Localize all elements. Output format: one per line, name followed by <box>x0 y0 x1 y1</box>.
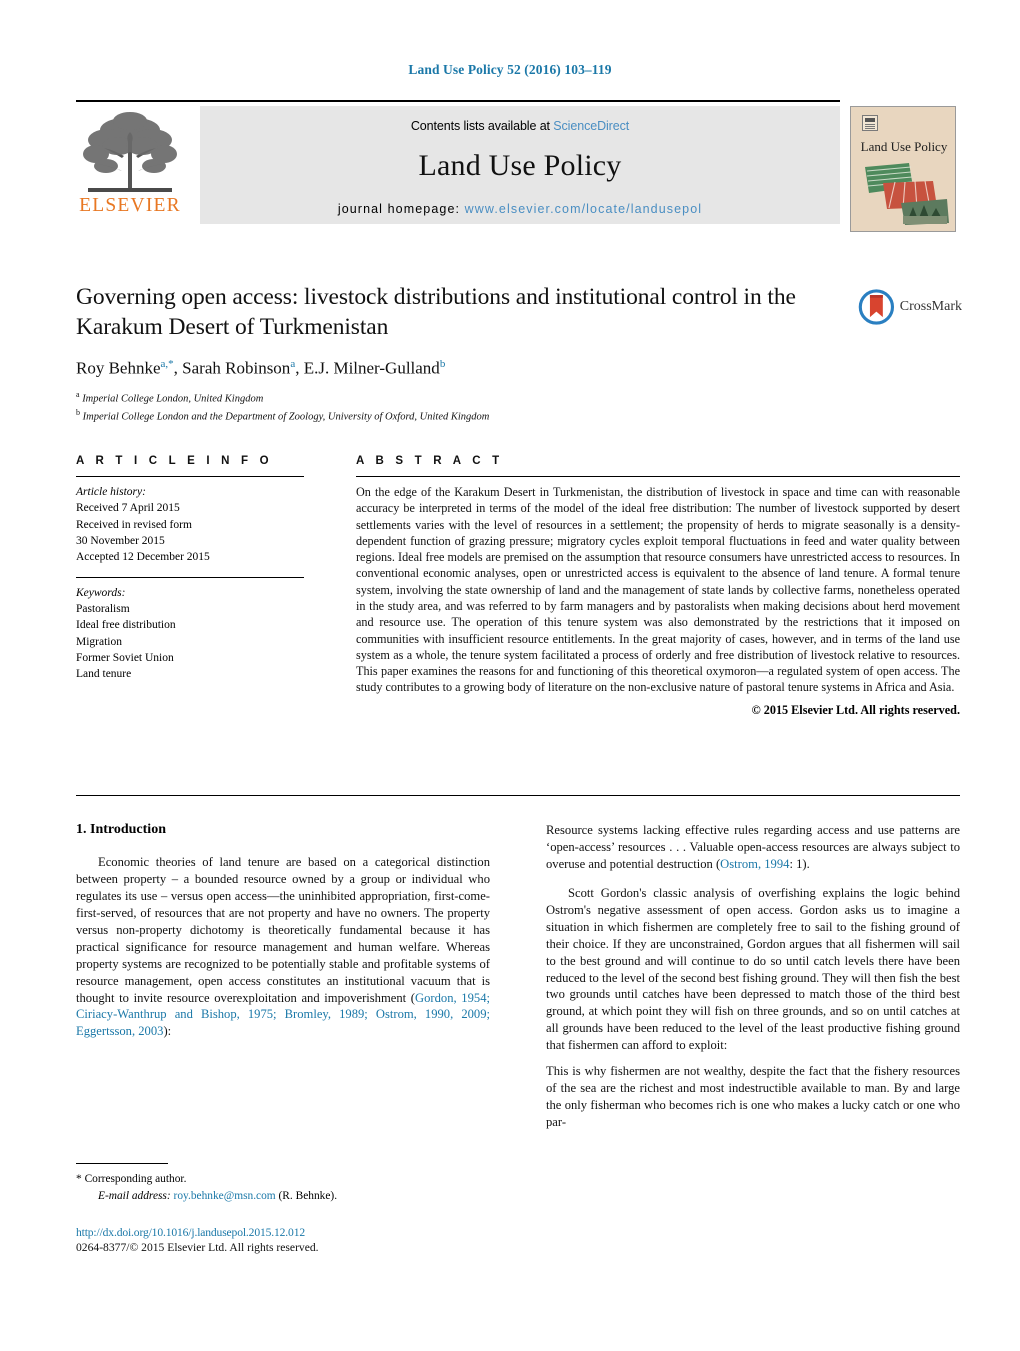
keyword-item: Pastoralism <box>76 602 130 615</box>
homepage-label: journal homepage: <box>337 202 465 216</box>
author-name: Roy Behnke <box>76 358 161 378</box>
journal-header-box: Contents lists available at ScienceDirec… <box>200 106 840 224</box>
abstract-column: A B S T R A C T On the edge of the Karak… <box>356 455 960 718</box>
journal-title: Land Use Policy <box>418 149 622 182</box>
affiliation-item: b Imperial College London and the Depart… <box>76 407 836 425</box>
elsevier-wordmark: ELSEVIER <box>79 195 181 216</box>
copyright-line: © 2015 Elsevier Ltd. All rights reserved… <box>751 702 960 717</box>
keyword-item: Ideal free distribution <box>76 619 176 632</box>
abstract-heading: A B S T R A C T <box>356 455 504 467</box>
corresponding-label: Corresponding author. <box>84 1173 187 1185</box>
journal-masthead: ELSEVIER Contents lists available at Sci… <box>76 100 956 232</box>
sciencedirect-link[interactable]: ScienceDirect <box>553 119 629 133</box>
affiliation-text: Imperial College London, United Kingdom <box>82 393 264 405</box>
author-affiliation-mark: a,* <box>160 358 174 371</box>
article-info-column: A R T I C L E I N F O Article history: R… <box>76 455 304 683</box>
journal-homepage-line: journal homepage: www.elsevier.com/locat… <box>200 202 840 216</box>
title-block: Governing open access: livestock distrib… <box>76 283 836 424</box>
cover-journal-title: Land Use Policy <box>860 139 948 154</box>
section-heading-introduction: 1. Introduction <box>76 822 166 837</box>
abstract-rule <box>356 476 960 477</box>
history-item: Received 7 April 2015 <box>76 502 180 515</box>
keyword-item: Former Soviet Union <box>76 651 174 664</box>
contents-list-line: Contents lists available at ScienceDirec… <box>200 106 840 133</box>
article-info-rule <box>76 476 304 477</box>
article-title: Governing open access: livestock distrib… <box>76 284 796 340</box>
paragraph-text: Economic theories of land tenure are bas… <box>76 855 490 1005</box>
doi-link[interactable]: http://dx.doi.org/10.1016/j.landusepol.2… <box>76 1226 490 1239</box>
page-footer: * Corresponding author. E-mail address: … <box>76 1163 490 1254</box>
affiliation-mark: b <box>76 407 80 417</box>
author-affiliation-mark: b <box>439 358 446 371</box>
body-column-right: Resource systems lacking effective rules… <box>546 822 960 1143</box>
elsevier-tree-icon <box>83 112 177 192</box>
affiliation-mark: a <box>76 389 80 399</box>
history-item: 30 November 2015 <box>76 534 165 547</box>
block-quote: Resource systems lacking effective rules… <box>546 822 960 873</box>
history-item: Received in revised form <box>76 518 192 531</box>
journal-cover-thumbnail: Land Use Policy <box>850 106 956 232</box>
crossmark-icon <box>858 289 895 325</box>
author-list: Roy Behnkea,*, Sarah Robinsona, E.J. Mil… <box>76 358 836 379</box>
keywords-rule <box>76 576 304 578</box>
running-head: Land Use Policy 52 (2016) 103–119 <box>408 62 612 77</box>
paragraph: Economic theories of land tenure are bas… <box>76 854 490 1040</box>
elsevier-logo: ELSEVIER <box>76 108 184 228</box>
author-name: Sarah Robinson <box>182 358 291 378</box>
cover-artwork-icon <box>865 163 949 225</box>
contents-prefix: Contents lists available at <box>410 119 554 133</box>
article-first-page: Land Use Policy 52 (2016) 103–119 ELSEVI… <box>0 0 1020 1351</box>
affiliation-list: a Imperial College London, United Kingdo… <box>76 389 836 424</box>
footnote-rule <box>76 1163 168 1164</box>
block-quote: This is why fishermen are not wealthy, d… <box>546 1064 960 1129</box>
body-separator-rule <box>76 795 960 796</box>
corresponding-author-note: * Corresponding author. <box>76 1171 490 1188</box>
author-separator: , <box>173 358 183 378</box>
citation-link[interactable]: Ostrom, 1994 <box>720 857 789 871</box>
body-column-left: 1. Introduction Economic theories of lan… <box>76 822 490 1049</box>
article-history-label: Article history: <box>76 486 146 498</box>
keywords-label: Keywords: <box>76 586 126 599</box>
paragraph-text-tail: ): <box>163 1024 172 1039</box>
keyword-item: Land tenure <box>76 668 132 681</box>
journal-homepage-link[interactable]: www.elsevier.com/locate/landusepol <box>465 202 703 216</box>
email-owner: (R. Behnke). <box>278 1189 338 1202</box>
author-name: E.J. Milner-Gulland <box>303 358 440 378</box>
email-label: E-mail address: <box>98 1189 171 1202</box>
keyword-item: Migration <box>76 635 122 648</box>
author-separator: , <box>295 358 304 378</box>
corresponding-marker: * <box>76 1173 82 1185</box>
affiliation-item: a Imperial College London, United Kingdo… <box>76 389 836 407</box>
email-note: E-mail address: roy.behnke@msn.com (R. B… <box>76 1188 490 1205</box>
affiliation-text: Imperial College London and the Departme… <box>82 411 490 423</box>
quote-text-tail: : 1). <box>789 856 810 871</box>
doi-block: http://dx.doi.org/10.1016/j.landusepol.2… <box>76 1226 490 1254</box>
cover-publisher-icon <box>862 115 878 131</box>
masthead-top-rule <box>76 100 840 102</box>
article-info-heading: A R T I C L E I N F O <box>76 455 273 467</box>
crossmark-label: CrossMark <box>899 299 962 314</box>
abstract-text: On the edge of the Karakum Desert in Tur… <box>356 485 960 695</box>
email-link[interactable]: roy.behnke@msn.com <box>174 1190 276 1202</box>
issn-copyright-line: 0264-8377/© 2015 Elsevier Ltd. All right… <box>76 1241 319 1255</box>
history-item: Accepted 12 December 2015 <box>76 551 210 564</box>
crossmark-badge[interactable]: CrossMark <box>858 286 962 328</box>
paragraph: Scott Gordon's classic analysis of overf… <box>546 885 960 1053</box>
